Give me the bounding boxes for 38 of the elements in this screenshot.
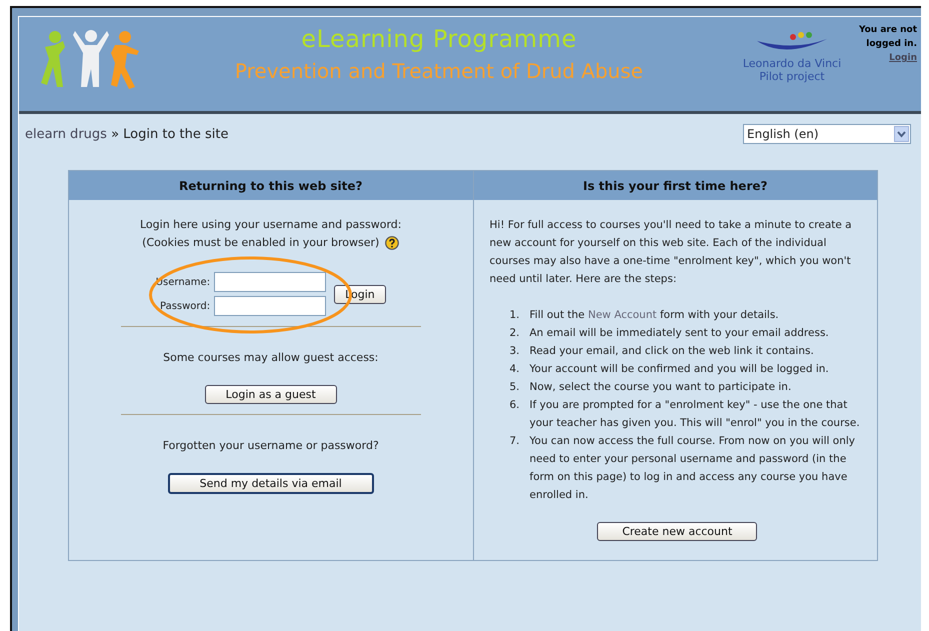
step-number: 5. xyxy=(510,380,521,395)
step-number: 2. xyxy=(510,326,521,341)
step-number: 1. xyxy=(510,308,521,323)
site-title: eLearning Programme xyxy=(301,25,577,53)
partner-name: Leonardo da Vinci xyxy=(742,57,842,70)
input-field[interactable] xyxy=(214,272,326,292)
login-status: logged in. xyxy=(865,38,917,51)
panel-heading: Is this your first time here? xyxy=(474,171,877,200)
forgot-password-note: Forgotten your username or password? xyxy=(162,438,379,454)
site-subtitle: Prevention and Treatment of Drud Abuse xyxy=(234,59,644,83)
breadcrumb: elearn drugs » Login to the site xyxy=(25,126,228,142)
language-select[interactable]: English (en) xyxy=(743,124,911,144)
send-details-button[interactable]: Send my details via email xyxy=(168,473,374,494)
cookies-note: (Cookies must be enabled in your browser) xyxy=(142,236,380,249)
new-account-link[interactable]: New Account xyxy=(588,309,657,321)
create-account-button[interactable]: Create new account xyxy=(597,522,758,541)
step-number: 3. xyxy=(510,344,521,359)
help-icon[interactable] xyxy=(385,236,400,250)
step-text: Now, select the course you want to participate in. xyxy=(530,380,792,395)
step-text: Your account will be confirmed and you will be logged in. xyxy=(530,362,829,377)
panel-heading: Returning to this web site? xyxy=(69,171,472,200)
partner-name: Pilot project xyxy=(759,70,825,83)
step-text: You can now access the full course. From now on you will only need to enter your personal username and password (in the form on this page) to log in and access any course you have enrolled in. xyxy=(530,434,856,503)
field-label: Password: xyxy=(160,300,210,312)
guest-access-note: Some courses may allow guest access: xyxy=(163,350,378,366)
step-text: Fill out the New Account form with your details. xyxy=(530,308,779,323)
step-number: 7. xyxy=(510,434,521,449)
step-text: An email will be immediately sent to your email address. xyxy=(530,326,829,341)
login-status: You are not xyxy=(858,24,917,37)
signup-intro: Hi! For full access to courses you'll need to take a minute to create a new account for yourself on this web site. Each of the individual courses may also have a one-time "enrolment key", which you won't need until later. Here are the steps: xyxy=(490,218,853,287)
step-number: 6. xyxy=(510,398,521,413)
step-text: Read your email, and click on the web link it contains. xyxy=(530,344,814,359)
step-number: 4. xyxy=(510,362,521,377)
breadcrumb-link[interactable]: elearn drugs xyxy=(25,126,107,142)
step-text: If you are prompted for a "enrolment key" - use the one that your teacher has given you. This will "enrol" you in the course. xyxy=(530,398,861,431)
input-field[interactable] xyxy=(214,296,326,316)
guest-login-button[interactable]: Login as a guest xyxy=(204,385,337,404)
login-instructions: Login here using your username and password: xyxy=(140,217,402,233)
